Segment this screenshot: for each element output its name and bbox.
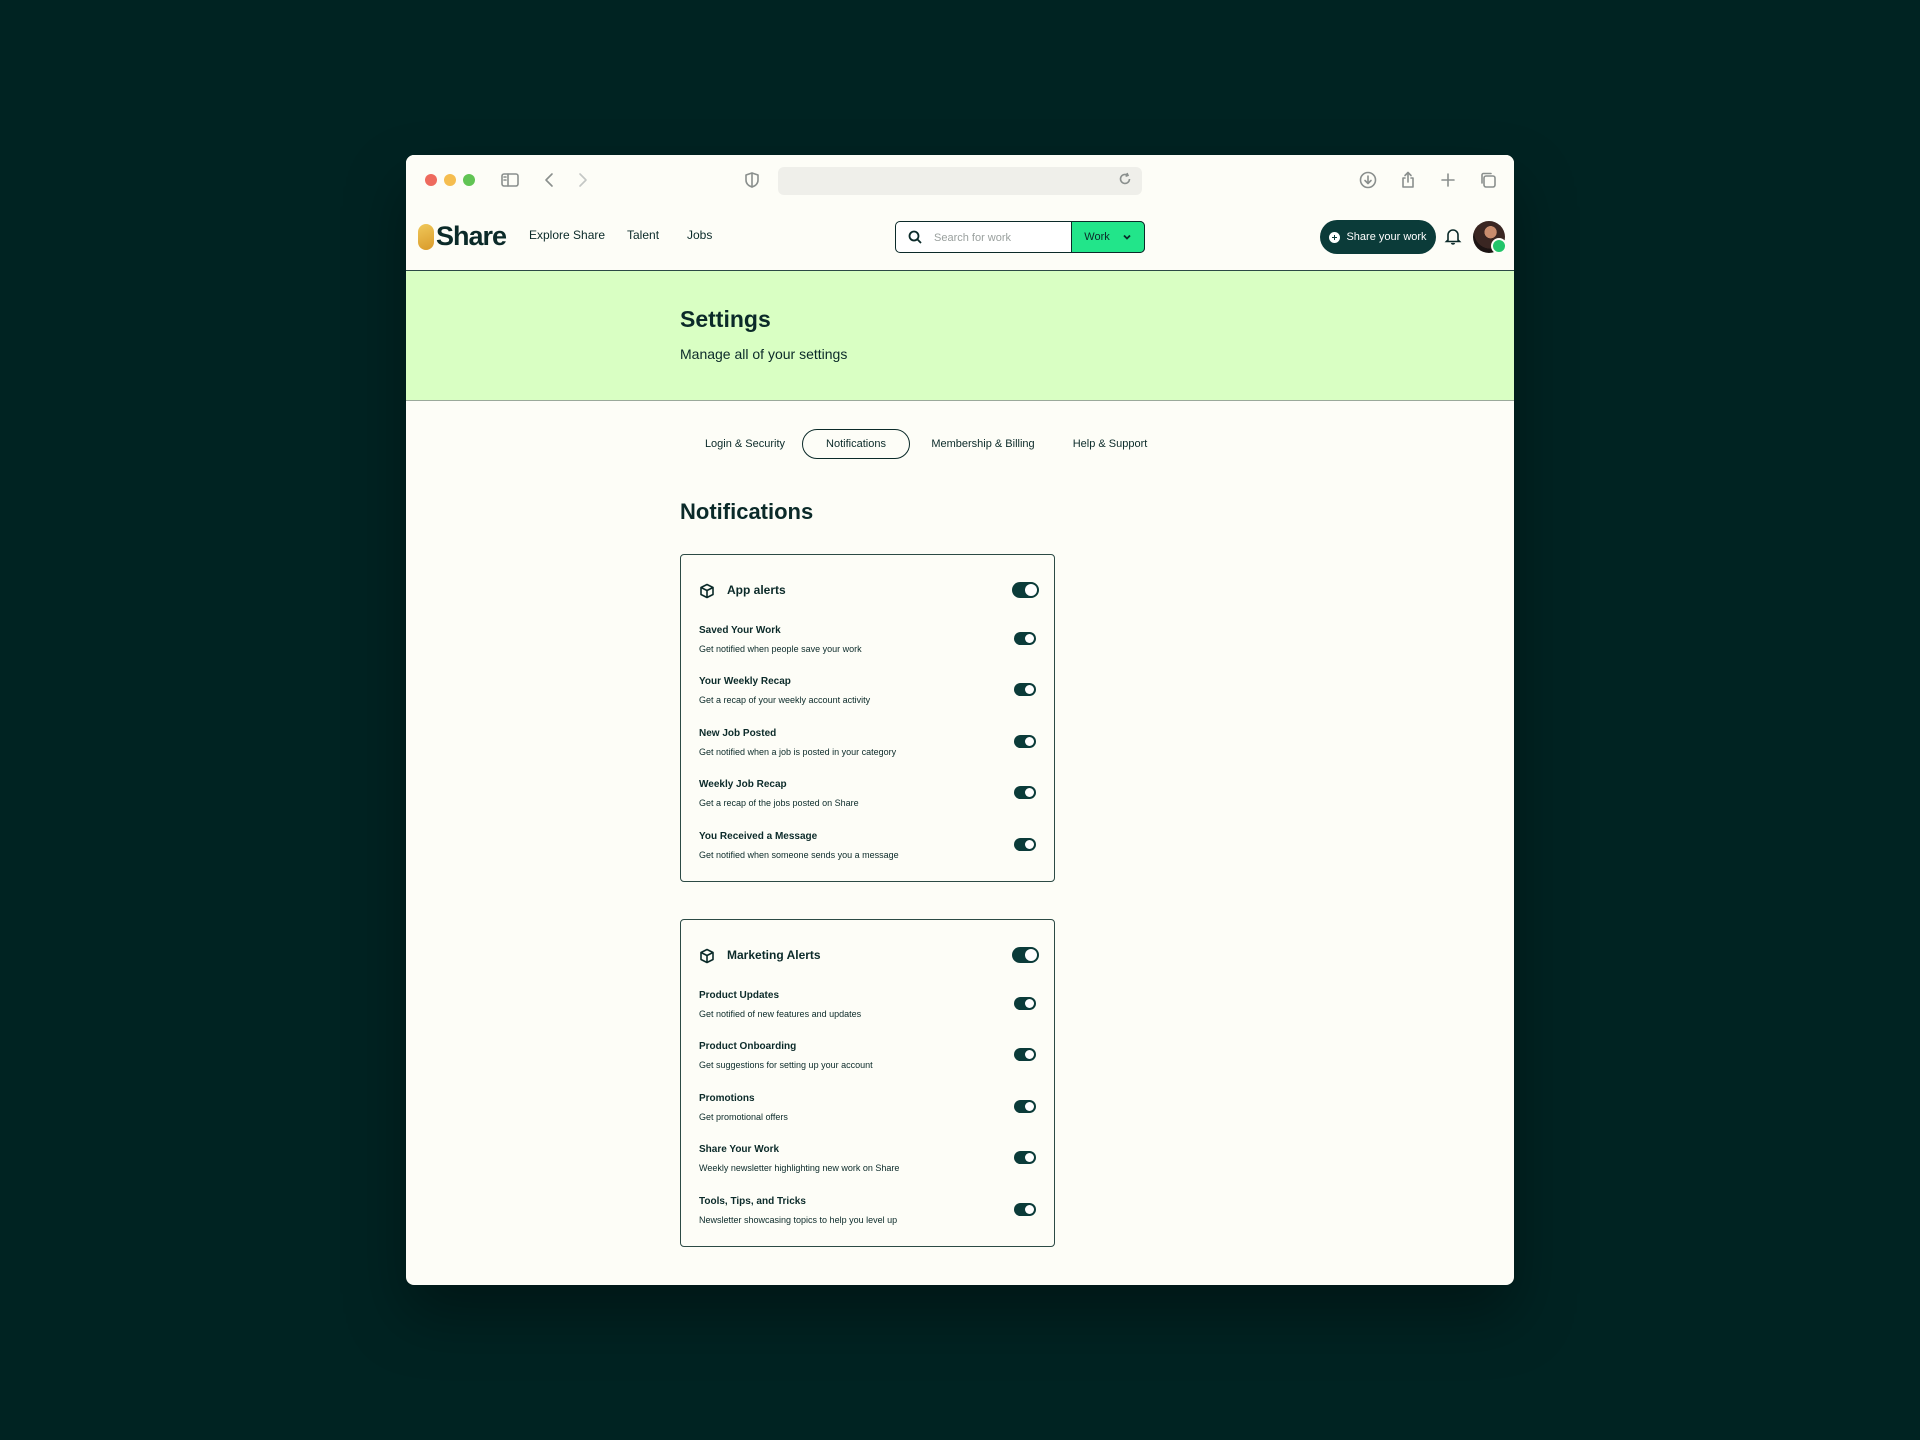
share-your-work-label: Share your work xyxy=(1346,231,1427,243)
item-description: Get notified when someone sends you a me… xyxy=(699,850,899,860)
item-description: Get a recap of your weekly account activ… xyxy=(699,695,871,705)
weekly-job-recap-toggle[interactable] xyxy=(1014,786,1036,799)
item-description: Get notified when a job is posted in you… xyxy=(699,747,897,757)
item-title: Share Your Work xyxy=(699,1144,780,1155)
nav-link-talent[interactable]: Talent xyxy=(627,228,659,242)
address-bar[interactable] xyxy=(778,167,1142,195)
search-icon xyxy=(908,230,922,244)
privacy-shield-icon[interactable] xyxy=(740,168,764,192)
item-description: Get a recap of the jobs posted on Share xyxy=(699,798,859,808)
list-item: Weekly Job Recap Get a recap of the jobs… xyxy=(699,779,1039,819)
back-icon[interactable] xyxy=(538,168,562,192)
settings-hero: Settings Manage all of your settings xyxy=(406,271,1514,401)
product-updates-toggle[interactable] xyxy=(1014,997,1036,1010)
browser-window: Share Explore Share Talent Jobs Work Sha… xyxy=(406,155,1514,1285)
logo-mark-icon xyxy=(418,223,434,250)
received-message-toggle[interactable] xyxy=(1014,838,1036,851)
page-title: Settings xyxy=(680,306,771,332)
item-description: Newsletter showcasing topics to help you… xyxy=(699,1215,898,1225)
new-job-posted-toggle[interactable] xyxy=(1014,735,1036,748)
tools-tips-tricks-toggle[interactable] xyxy=(1014,1203,1036,1216)
card-header: App alerts xyxy=(699,580,1039,602)
site-header: Share Explore Share Talent Jobs Work Sha… xyxy=(406,205,1514,271)
item-title: You Received a Message xyxy=(699,831,818,842)
list-item: Your Weekly Recap Get a recap of your we… xyxy=(699,676,1039,716)
bell-icon[interactable] xyxy=(1444,227,1464,247)
list-item: Share Your Work Weekly newsletter highli… xyxy=(699,1144,1039,1184)
list-item: Promotions Get promotional offers xyxy=(699,1093,1039,1133)
item-title: Weekly Job Recap xyxy=(699,779,787,790)
app-alerts-master-toggle[interactable] xyxy=(1012,582,1039,598)
item-title: Saved Your Work xyxy=(699,625,781,636)
download-icon[interactable] xyxy=(1356,168,1380,192)
share-page-icon[interactable] xyxy=(1396,168,1420,192)
avatar[interactable] xyxy=(1473,221,1507,254)
tab-help-support[interactable]: Help & Support xyxy=(1060,429,1160,459)
online-badge-icon xyxy=(1491,238,1507,254)
item-description: Get notified of new features and updates xyxy=(699,1009,862,1019)
logo[interactable]: Share xyxy=(418,221,507,252)
new-tab-icon[interactable] xyxy=(1436,168,1460,192)
browser-toolbar xyxy=(406,155,1514,205)
share-your-work-toggle[interactable] xyxy=(1014,1151,1036,1164)
item-title: New Job Posted xyxy=(699,728,777,739)
search-filter-label: Work xyxy=(1084,231,1110,243)
page-subtitle: Manage all of your settings xyxy=(680,346,848,362)
item-description: Weekly newsletter highlighting new work … xyxy=(699,1163,900,1173)
item-description: Get suggestions for setting up your acco… xyxy=(699,1060,873,1070)
tab-notifications[interactable]: Notifications xyxy=(802,429,910,459)
card-title: App alerts xyxy=(727,583,786,597)
search-box: Work xyxy=(895,221,1145,253)
tab-membership-billing[interactable]: Membership & Billing xyxy=(920,429,1046,459)
share-your-work-button[interactable]: Share your work xyxy=(1320,220,1436,254)
item-title: Tools, Tips, and Tricks xyxy=(699,1196,806,1207)
list-item: Product Onboarding Get suggestions for s… xyxy=(699,1041,1039,1081)
list-item: New Job Posted Get notified when a job i… xyxy=(699,728,1039,768)
cube-icon xyxy=(699,583,715,599)
plus-circle-icon xyxy=(1329,231,1341,243)
reload-icon[interactable] xyxy=(1118,172,1136,190)
product-onboarding-toggle[interactable] xyxy=(1014,1048,1036,1061)
list-item: Saved Your Work Get notified when people… xyxy=(699,625,1039,665)
close-window-button[interactable] xyxy=(425,174,437,186)
search-filter-dropdown[interactable]: Work xyxy=(1071,221,1145,253)
item-title: Promotions xyxy=(699,1093,755,1104)
item-title: Product Updates xyxy=(699,990,780,1001)
app-alerts-card: App alerts Saved Your Work Get notified … xyxy=(680,554,1055,882)
nav-link-jobs[interactable]: Jobs xyxy=(687,228,712,242)
item-description: Get promotional offers xyxy=(699,1112,788,1122)
tab-overview-icon[interactable] xyxy=(1476,168,1500,192)
marketing-alerts-master-toggle[interactable] xyxy=(1012,947,1039,963)
promotions-toggle[interactable] xyxy=(1014,1100,1036,1113)
minimize-window-button[interactable] xyxy=(444,174,456,186)
item-description: Get notified when people save your work xyxy=(699,644,862,654)
nav-link-explore[interactable]: Explore Share xyxy=(529,228,605,242)
chevron-down-icon xyxy=(1122,232,1132,242)
list-item: You Received a Message Get notified when… xyxy=(699,831,1039,871)
logo-text: Share xyxy=(436,221,507,251)
cube-icon xyxy=(699,948,715,964)
forward-icon[interactable] xyxy=(570,168,594,192)
saved-your-work-toggle[interactable] xyxy=(1014,632,1036,645)
list-item: Tools, Tips, and Tricks Newsletter showc… xyxy=(699,1196,1039,1236)
tab-login-security[interactable]: Login & Security xyxy=(680,429,810,459)
item-title: Product Onboarding xyxy=(699,1041,797,1052)
marketing-alerts-card: Marketing Alerts Product Updates Get not… xyxy=(680,919,1055,1247)
sidebar-toggle-icon[interactable] xyxy=(498,168,522,192)
maximize-window-button[interactable] xyxy=(463,174,475,186)
item-title: Your Weekly Recap xyxy=(699,676,791,687)
search-input[interactable] xyxy=(932,228,1066,248)
weekly-recap-toggle[interactable] xyxy=(1014,683,1036,696)
section-title: Notifications xyxy=(680,499,814,524)
card-title: Marketing Alerts xyxy=(727,948,821,962)
card-header: Marketing Alerts xyxy=(699,945,1039,967)
list-item: Product Updates Get notified of new feat… xyxy=(699,990,1039,1030)
